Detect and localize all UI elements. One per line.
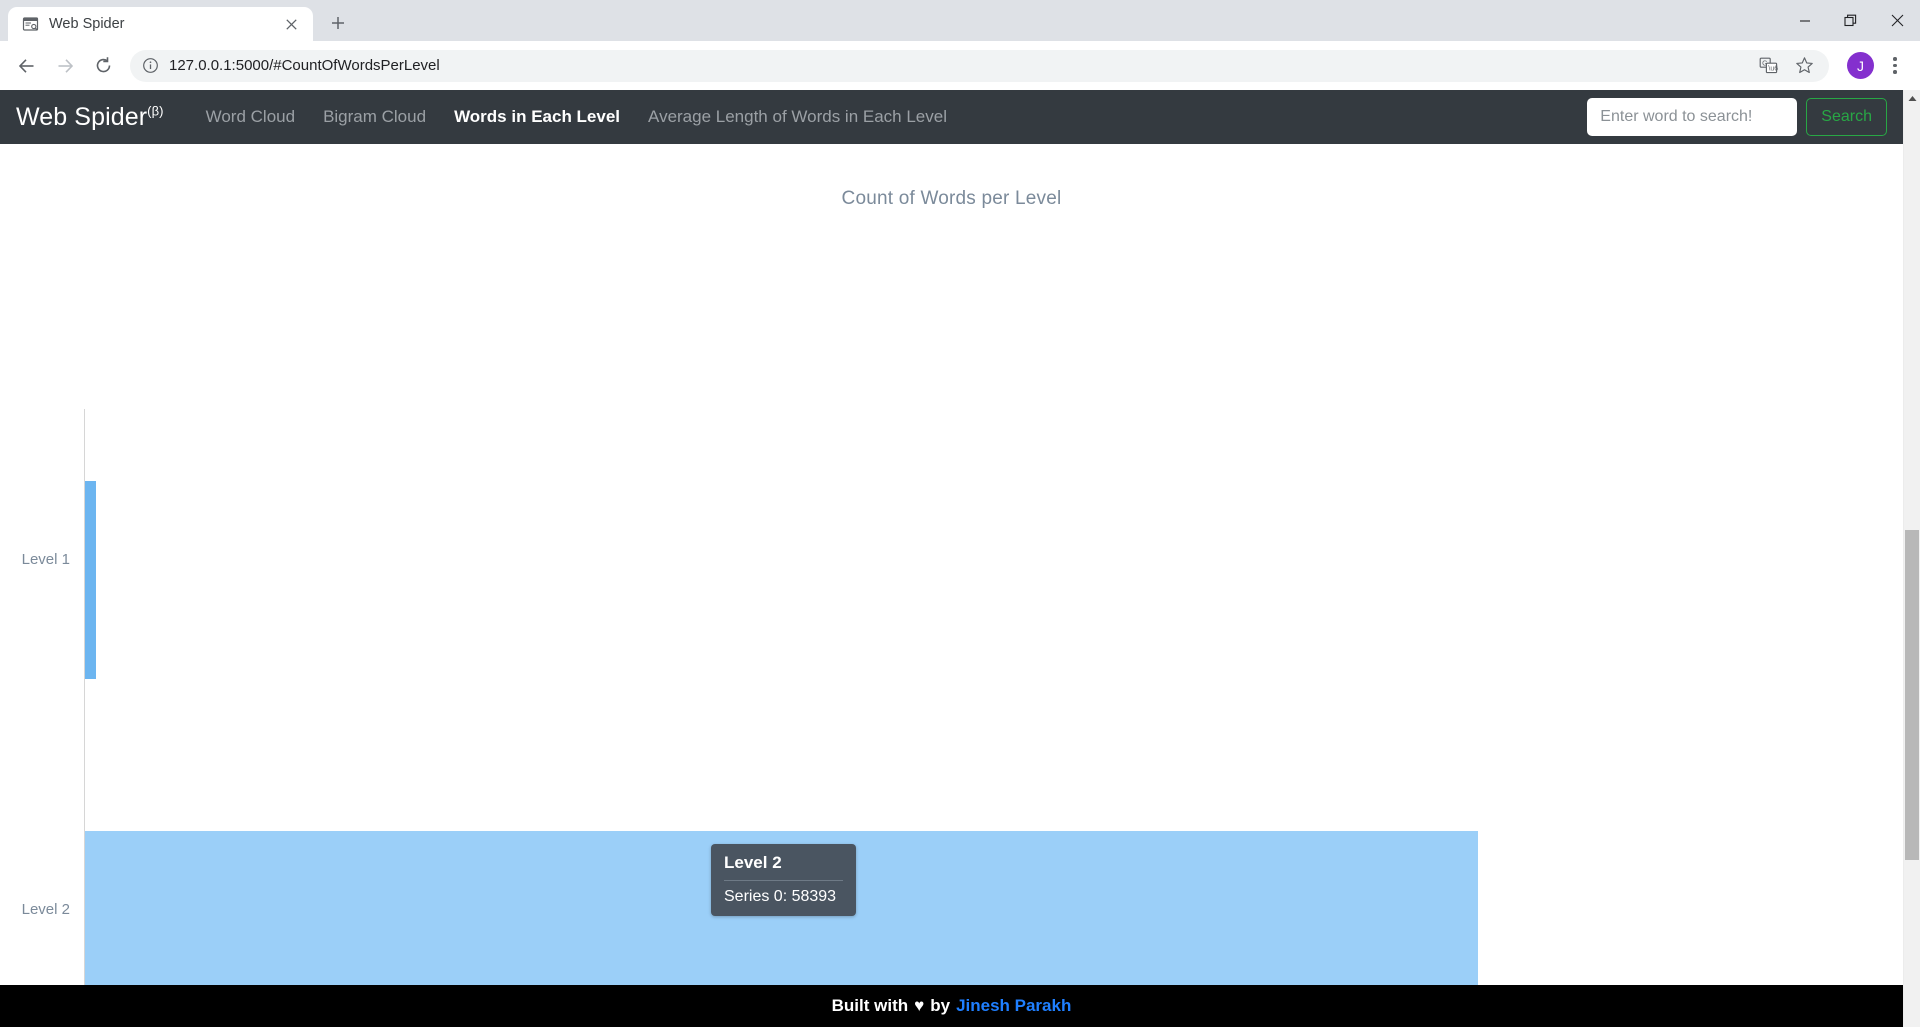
- brand-text: Web Spider: [16, 102, 148, 131]
- kebab-menu-icon[interactable]: [1880, 49, 1910, 83]
- tab-strip: Web Spider: [0, 0, 1920, 41]
- omnibox-actions: G \u6587: [1751, 49, 1821, 83]
- tab-close-icon[interactable]: [279, 12, 303, 36]
- tooltip-series-row: Series 0: 58393: [724, 888, 837, 905]
- chevron-up-icon[interactable]: [1904, 90, 1920, 107]
- translate-icon[interactable]: G \u6587: [1751, 49, 1785, 83]
- url-text: 127.0.0.1:5000/#CountOfWordsPerLevel: [169, 57, 440, 74]
- browser-tab[interactable]: Web Spider: [8, 7, 313, 41]
- browser-toolbar: 127.0.0.1:5000/#CountOfWordsPerLevel G \…: [0, 41, 1920, 90]
- arrow-back-icon[interactable]: [10, 49, 44, 83]
- new-tab-button[interactable]: [323, 8, 353, 38]
- svg-text:\u6587: \u6587: [1768, 66, 1778, 73]
- tab-title: Web Spider: [49, 16, 125, 32]
- window-controls: [1782, 0, 1920, 41]
- minimize-icon[interactable]: [1782, 0, 1828, 41]
- browser-window: Web Spider 127.0.0.1:5000/#CountOfWordsP…: [0, 0, 1920, 1027]
- search-button[interactable]: Search: [1806, 98, 1887, 136]
- search-input[interactable]: [1587, 98, 1798, 136]
- web-page: Web Spider(β) Word Cloud Bigram Cloud Wo…: [0, 90, 1903, 1027]
- tooltip-divider: [724, 880, 843, 881]
- page-scrollbar[interactable]: [1903, 90, 1920, 1027]
- site-brand[interactable]: Web Spider(β): [16, 103, 164, 132]
- page-footer: Built with ♥ by Jinesh Parakh: [0, 985, 1903, 1027]
- chart-tooltip: Level 2 Series 0: 58393: [711, 844, 856, 916]
- navbar-search-form: Search: [1587, 98, 1887, 136]
- nav-item-word-cloud[interactable]: Word Cloud: [192, 101, 309, 133]
- nav-item-words-in-each-level[interactable]: Words in Each Level: [440, 101, 634, 133]
- site-navbar: Web Spider(β) Word Cloud Bigram Cloud Wo…: [0, 90, 1903, 144]
- chart-plot-area: Level 1 Level 2 20000 40000 60000: [0, 144, 1903, 1027]
- avatar[interactable]: J: [1847, 52, 1874, 79]
- tooltip-title: Level 2: [724, 853, 782, 872]
- footer-author-link[interactable]: Jinesh Parakh: [956, 996, 1071, 1016]
- y-axis-label-level-1: Level 1: [21, 551, 70, 568]
- address-bar[interactable]: 127.0.0.1:5000/#CountOfWordsPerLevel G \…: [130, 49, 1829, 83]
- heart-icon: ♥: [914, 996, 925, 1015]
- window-close-icon[interactable]: [1874, 0, 1920, 41]
- footer-by: by: [930, 996, 951, 1015]
- chart-container: Count of Words per Level Level 1 Level 2: [0, 144, 1903, 1027]
- footer-built-with: Built with: [831, 996, 909, 1015]
- page-viewport: Web Spider(β) Word Cloud Bigram Cloud Wo…: [0, 90, 1920, 1027]
- info-circle-icon[interactable]: [142, 57, 159, 74]
- reload-icon[interactable]: [86, 49, 120, 83]
- y-axis-label-level-2: Level 2: [21, 901, 70, 918]
- nav-item-bigram-cloud[interactable]: Bigram Cloud: [309, 101, 440, 133]
- star-icon[interactable]: [1787, 49, 1821, 83]
- scrollbar-thumb[interactable]: [1905, 530, 1919, 860]
- restore-icon[interactable]: [1828, 0, 1874, 41]
- bar-level-1[interactable]: [85, 481, 96, 679]
- arrow-forward-icon[interactable]: [48, 49, 82, 83]
- nav-item-average-length-of-words[interactable]: Average Length of Words in Each Level: [634, 101, 961, 133]
- web-spider-favicon-icon: [22, 16, 39, 33]
- nav-links: Word Cloud Bigram Cloud Words in Each Le…: [192, 101, 961, 133]
- brand-superscript: (β): [147, 103, 164, 119]
